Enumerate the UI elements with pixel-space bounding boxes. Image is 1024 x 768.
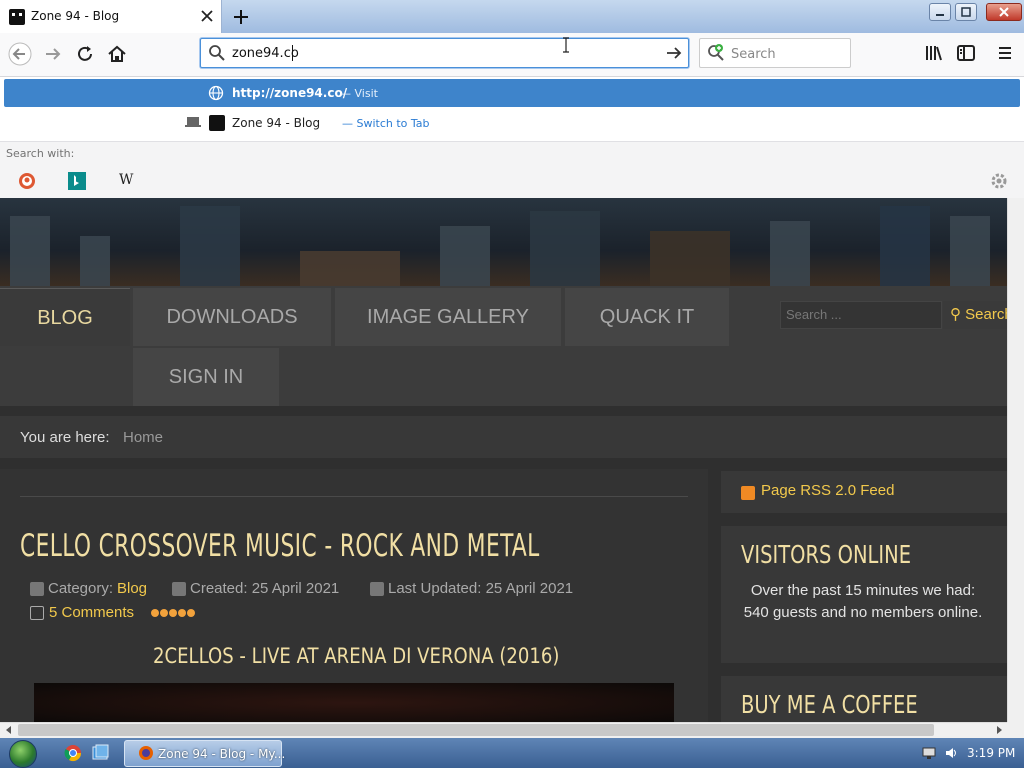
rss-icon	[741, 486, 755, 500]
autocomplete-url: http://zone94.co/	[232, 86, 348, 100]
site-menu: BLOG DOWNLOADS IMAGE GALLERY QUACK IT SI…	[0, 286, 1007, 406]
search-engine-add-icon[interactable]	[707, 44, 725, 62]
menu-item-quack-it[interactable]: QUACK IT	[565, 288, 729, 346]
article-divider	[20, 496, 688, 497]
scrollbar-corner	[1007, 722, 1024, 738]
chrome-icon[interactable]	[64, 744, 82, 762]
site-banner	[0, 198, 1007, 286]
home-icon[interactable]	[105, 42, 129, 66]
magnifier-icon: ⚲	[950, 306, 961, 323]
vertical-scrollbar[interactable]	[1007, 198, 1024, 722]
autocomplete-tab-title[interactable]: Zone 94 - Blog	[232, 116, 320, 130]
zone94-favicon-icon	[209, 115, 225, 131]
folder-icon	[30, 582, 44, 596]
site-search-button[interactable]: ⚲ Search	[943, 301, 1007, 329]
back-icon[interactable]	[8, 42, 32, 66]
wikipedia-icon[interactable]: W	[119, 172, 137, 190]
search-with-label: Search with:	[6, 147, 75, 160]
library-icon[interactable]	[924, 43, 944, 63]
reload-icon[interactable]	[73, 42, 97, 66]
search-icon	[208, 44, 226, 62]
sidebar-toggle-icon[interactable]	[956, 43, 976, 63]
go-arrow-icon[interactable]	[664, 44, 684, 62]
breadcrumb-home[interactable]: Home	[123, 429, 163, 446]
taskbar-window-label: Zone 94 - Blog - My...	[158, 747, 286, 761]
calendar-icon	[172, 582, 186, 596]
search-settings-icon[interactable]	[989, 171, 1009, 191]
text-caret	[292, 45, 293, 61]
network-icon[interactable]	[922, 746, 936, 760]
tab-close-icon[interactable]	[198, 7, 216, 25]
search-placeholder: Search	[731, 47, 776, 62]
menu-item-sign-in[interactable]: SIGN IN	[133, 348, 279, 406]
taskbar-clock[interactable]: 3:19 PM	[967, 746, 1015, 760]
maximize-button[interactable]	[955, 3, 977, 21]
visitors-title: VISITORS ONLINE	[741, 540, 912, 569]
video-title: 2CELLOS - LIVE AT ARENA DI VERONA (2016)	[153, 644, 560, 668]
close-window-button[interactable]	[986, 3, 1022, 21]
zone94-favicon-icon	[9, 9, 25, 25]
menu-item-downloads[interactable]: DOWNLOADS	[133, 288, 331, 346]
minimize-button[interactable]	[929, 3, 951, 21]
web-page: BLOG DOWNLOADS IMAGE GALLERY QUACK IT SI…	[0, 198, 1007, 722]
scroll-right-icon[interactable]	[994, 725, 1004, 735]
site-search-button-label: Search	[965, 306, 1007, 323]
video-embed[interactable]	[34, 683, 674, 722]
bing-icon[interactable]	[68, 172, 86, 190]
rss-feed-link[interactable]: Page RSS 2.0 Feed	[761, 482, 894, 499]
menu-item-blog[interactable]: BLOG	[0, 288, 130, 346]
one-off-search-bar	[0, 141, 1024, 198]
duckduckgo-icon[interactable]	[18, 172, 36, 190]
article-updated: Last Updated: 25 April 2021	[388, 580, 574, 597]
tab-title: Zone 94 - Blog	[31, 9, 120, 23]
comment-icon	[30, 606, 44, 620]
text-cursor-icon	[562, 37, 570, 53]
rating-stars[interactable]	[151, 609, 195, 617]
autocomplete-visit-action: — Visit	[340, 87, 378, 100]
article-comments-link[interactable]: 5 Comments	[49, 604, 134, 621]
switch-tab-icon	[185, 116, 201, 128]
visitors-text: Over the past 15 minutes we had: 540 gue…	[743, 582, 983, 621]
site-search-placeholder: Search ...	[786, 307, 842, 322]
forward-icon[interactable]	[41, 42, 65, 66]
article-title[interactable]: CELLO CROSSOVER MUSIC - ROCK AND METAL	[20, 528, 540, 564]
new-tab-icon[interactable]	[230, 6, 252, 28]
start-button[interactable]	[9, 740, 37, 768]
article-category-prefix: Category:	[48, 580, 114, 597]
horizontal-scroll-thumb[interactable]	[18, 724, 934, 736]
article-created: Created: 25 April 2021	[190, 580, 340, 597]
firefox-icon	[138, 745, 154, 761]
globe-icon	[208, 85, 224, 101]
url-input[interactable]: zone94.co	[232, 46, 299, 61]
autocomplete-switch-action: — Switch to Tab	[342, 117, 430, 130]
breadcrumb-label: You are here:	[20, 429, 110, 446]
calendar-icon	[370, 582, 384, 596]
menu-item-image-gallery[interactable]: IMAGE GALLERY	[335, 288, 561, 346]
menu-hamburger-icon[interactable]	[995, 43, 1015, 63]
article-category-link[interactable]: Blog	[117, 580, 147, 597]
windows-explorer-icon[interactable]	[92, 744, 110, 762]
volume-icon[interactable]	[944, 746, 958, 760]
coffee-title: BUY ME A COFFEE	[741, 690, 918, 719]
scroll-left-icon[interactable]	[4, 725, 14, 735]
autocomplete-row-visit[interactable]	[4, 79, 1020, 107]
